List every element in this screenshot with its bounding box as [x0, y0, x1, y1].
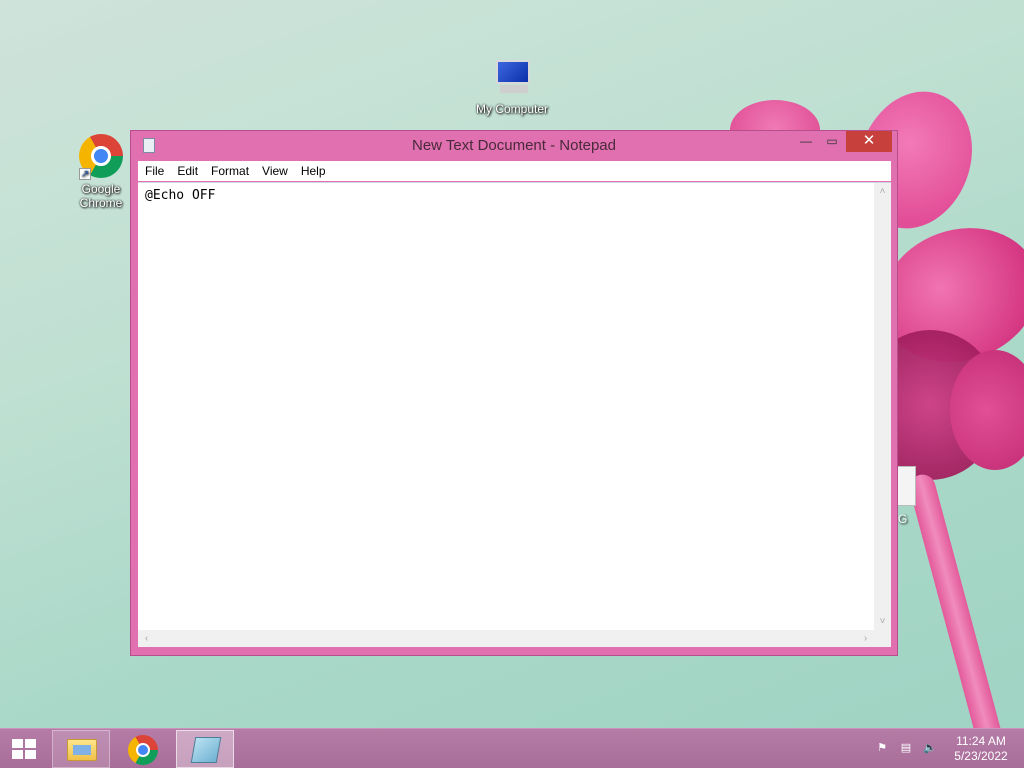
clock[interactable]: 11:24 AM 5/23/2022: [950, 734, 1012, 764]
taskbar-google-chrome[interactable]: [114, 730, 172, 768]
document-icon[interactable]: [896, 466, 916, 506]
taskbar-notepad[interactable]: [176, 730, 234, 768]
taskbar: ⚑ ▤ 🔈 11:24 AM 5/23/2022: [0, 728, 1024, 768]
window-title: New Text Document - Notepad: [412, 137, 616, 154]
scroll-up-icon[interactable]: ˄: [874, 183, 891, 200]
text-editor[interactable]: @Echo OFF ˄ ˅ ‹ ›: [138, 182, 891, 647]
desktop-icon-label: G: [898, 512, 908, 526]
desktop-icon-google-chrome[interactable]: ↗ Google Chrome: [66, 134, 136, 210]
folder-icon: [67, 739, 97, 761]
wallpaper-stem: [906, 471, 1010, 728]
close-button[interactable]: ✕: [846, 131, 892, 152]
clock-date: 5/23/2022: [954, 749, 1008, 763]
scroll-right-icon[interactable]: ›: [857, 630, 874, 647]
taskbar-file-explorer[interactable]: [52, 730, 110, 768]
clock-time: 11:24 AM: [956, 734, 1006, 748]
resize-grip[interactable]: [874, 630, 891, 647]
windows-logo-icon: [12, 739, 36, 759]
title-bar[interactable]: New Text Document - Notepad — ▭ ✕: [131, 131, 897, 161]
network-icon[interactable]: ▤: [898, 741, 914, 755]
shortcut-arrow-icon: ↗: [79, 168, 91, 180]
scroll-left-icon[interactable]: ‹: [138, 630, 155, 647]
scroll-down-icon[interactable]: ˅: [874, 613, 891, 630]
notepad-icon: [190, 737, 222, 763]
editor-content[interactable]: @Echo OFF: [145, 188, 215, 203]
maximize-button[interactable]: ▭: [819, 131, 845, 152]
menu-format[interactable]: Format: [204, 161, 255, 178]
start-button[interactable]: [4, 735, 44, 763]
notepad-window: New Text Document - Notepad — ▭ ✕ File Ed…: [130, 130, 898, 656]
action-center-flag-icon[interactable]: ⚑: [874, 741, 890, 755]
chrome-icon: [128, 735, 158, 765]
volume-icon[interactable]: 🔈: [922, 741, 938, 755]
menu-file[interactable]: File: [138, 161, 170, 178]
menu-bar: File Edit Format View Help: [138, 161, 891, 181]
vertical-scrollbar[interactable]: ˄ ˅: [874, 183, 891, 630]
computer-icon: [490, 58, 534, 98]
desktop-icon-my-computer[interactable]: My Computer: [470, 58, 554, 116]
chrome-icon: ↗: [79, 134, 123, 180]
horizontal-scrollbar[interactable]: ‹ ›: [138, 630, 874, 647]
desktop-icon-label: Google Chrome: [79, 182, 123, 210]
desktop-icon-label: My Computer: [475, 102, 549, 116]
menu-view[interactable]: View: [255, 161, 294, 178]
menu-help[interactable]: Help: [294, 161, 332, 178]
menu-edit[interactable]: Edit: [170, 161, 204, 178]
minimize-button[interactable]: —: [793, 131, 819, 152]
